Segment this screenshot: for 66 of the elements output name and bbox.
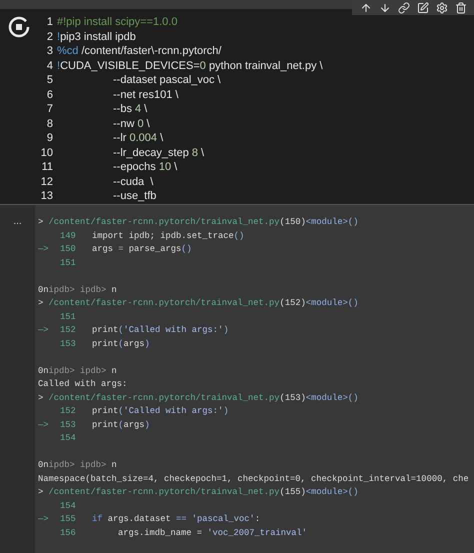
code-line: --net res101 \	[112, 88, 178, 102]
line-number: 5	[46, 73, 53, 88]
source-line: import ipdb; ipdb.set_trace()	[92, 230, 244, 242]
code-line: --lr 0.004 \	[112, 131, 164, 146]
source-line: print('Called with args:')	[92, 405, 229, 418]
line-number: 153	[59, 418, 77, 432]
code-line: --bs 4 \	[112, 102, 148, 116]
settings-icon[interactable]	[436, 2, 448, 14]
current-line-arrow: —>	[38, 418, 49, 432]
line-number: 154	[59, 500, 77, 512]
code-line: !pip3 install ipdb	[57, 30, 136, 44]
output-line: > /content/faster-rcnn.pytorch/trainval_net.py(152)<module>()	[38, 297, 358, 310]
line-number: 6	[46, 88, 53, 102]
source-line: print('Called with args:')	[92, 324, 229, 337]
source-line: args.imdb_name = 'voc_2007_trainval'	[117, 526, 308, 540]
source-line: print(args)	[92, 338, 150, 350]
output-line: > /content/faster-rcnn.pytorch/trainval_net.py(155)<module>()	[38, 486, 358, 499]
output-line: Called with args:	[38, 378, 128, 391]
current-line-arrow: —>	[38, 324, 49, 337]
code-line: #!pip install scipy==1.0.0	[57, 15, 178, 30]
move-down-icon[interactable]	[378, 2, 390, 14]
line-number: 149	[59, 230, 77, 242]
source-line: args = parse_args()	[92, 243, 192, 256]
line-number: 11	[40, 160, 53, 174]
code-line: %cd /content/faster\-rcnn.pytorch/	[57, 44, 222, 58]
output-line: 0nipdb> ipdb> n	[38, 284, 117, 296]
code-line: --use_tfb	[112, 189, 156, 204]
line-number: 10	[40, 146, 53, 160]
source-line: print(args)	[92, 418, 150, 432]
line-number: 2	[46, 30, 53, 44]
code-line: --cuda \	[112, 174, 154, 189]
line-number: 153	[59, 338, 77, 350]
source-line: if args.dataset == 'pascal_voc':	[92, 513, 260, 526]
line-number: 12	[40, 174, 53, 189]
output-line: 0nipdb> ipdb> n	[38, 459, 117, 472]
line-number: 154	[59, 432, 77, 445]
line-number: 3	[46, 44, 53, 58]
code-line: --nw 0 \	[112, 116, 150, 131]
link-icon[interactable]	[398, 2, 410, 14]
line-number: 13	[40, 189, 53, 204]
delete-icon[interactable]	[454, 2, 466, 14]
current-line-arrow: —>	[38, 513, 49, 526]
output-line: > /content/faster-rcnn.pytorch/trainval_net.py(150)<module>()	[38, 216, 358, 229]
line-number: 4	[46, 58, 53, 73]
line-number: 155	[59, 513, 77, 526]
run-button[interactable]	[8, 16, 30, 38]
line-number: 9	[46, 131, 53, 146]
line-number: 7	[46, 102, 53, 116]
line-number: 1	[46, 15, 53, 30]
line-number: 151	[59, 256, 77, 270]
code-line: --lr_decay_step 8 \	[112, 146, 204, 160]
output-line: Namespace(batch_size=4, checkepoch=1, checkpoint=0, checkpoint_interval=10000, che	[38, 472, 469, 486]
move-up-icon[interactable]	[360, 2, 372, 14]
output-menu[interactable]: ...	[13, 217, 22, 227]
line-number: 152	[59, 405, 77, 418]
current-line-arrow: —>	[38, 243, 49, 256]
output-line: > /content/faster-rcnn.pytorch/trainval_net.py(153)<module>()	[38, 392, 358, 404]
code-line: --dataset pascal_voc \	[112, 73, 221, 88]
output-line: 0nipdb> ipdb> n	[38, 364, 117, 378]
code-line: --epochs 10 \	[112, 160, 178, 174]
line-number: 156	[59, 526, 77, 540]
line-number: 152	[59, 324, 77, 337]
code-line: !CUDA_VISIBLE_DEVICES=0 python trainval_net.py \	[57, 58, 323, 73]
line-number: 150	[59, 243, 77, 256]
line-number: 8	[46, 116, 53, 131]
line-number: 151	[59, 310, 77, 324]
